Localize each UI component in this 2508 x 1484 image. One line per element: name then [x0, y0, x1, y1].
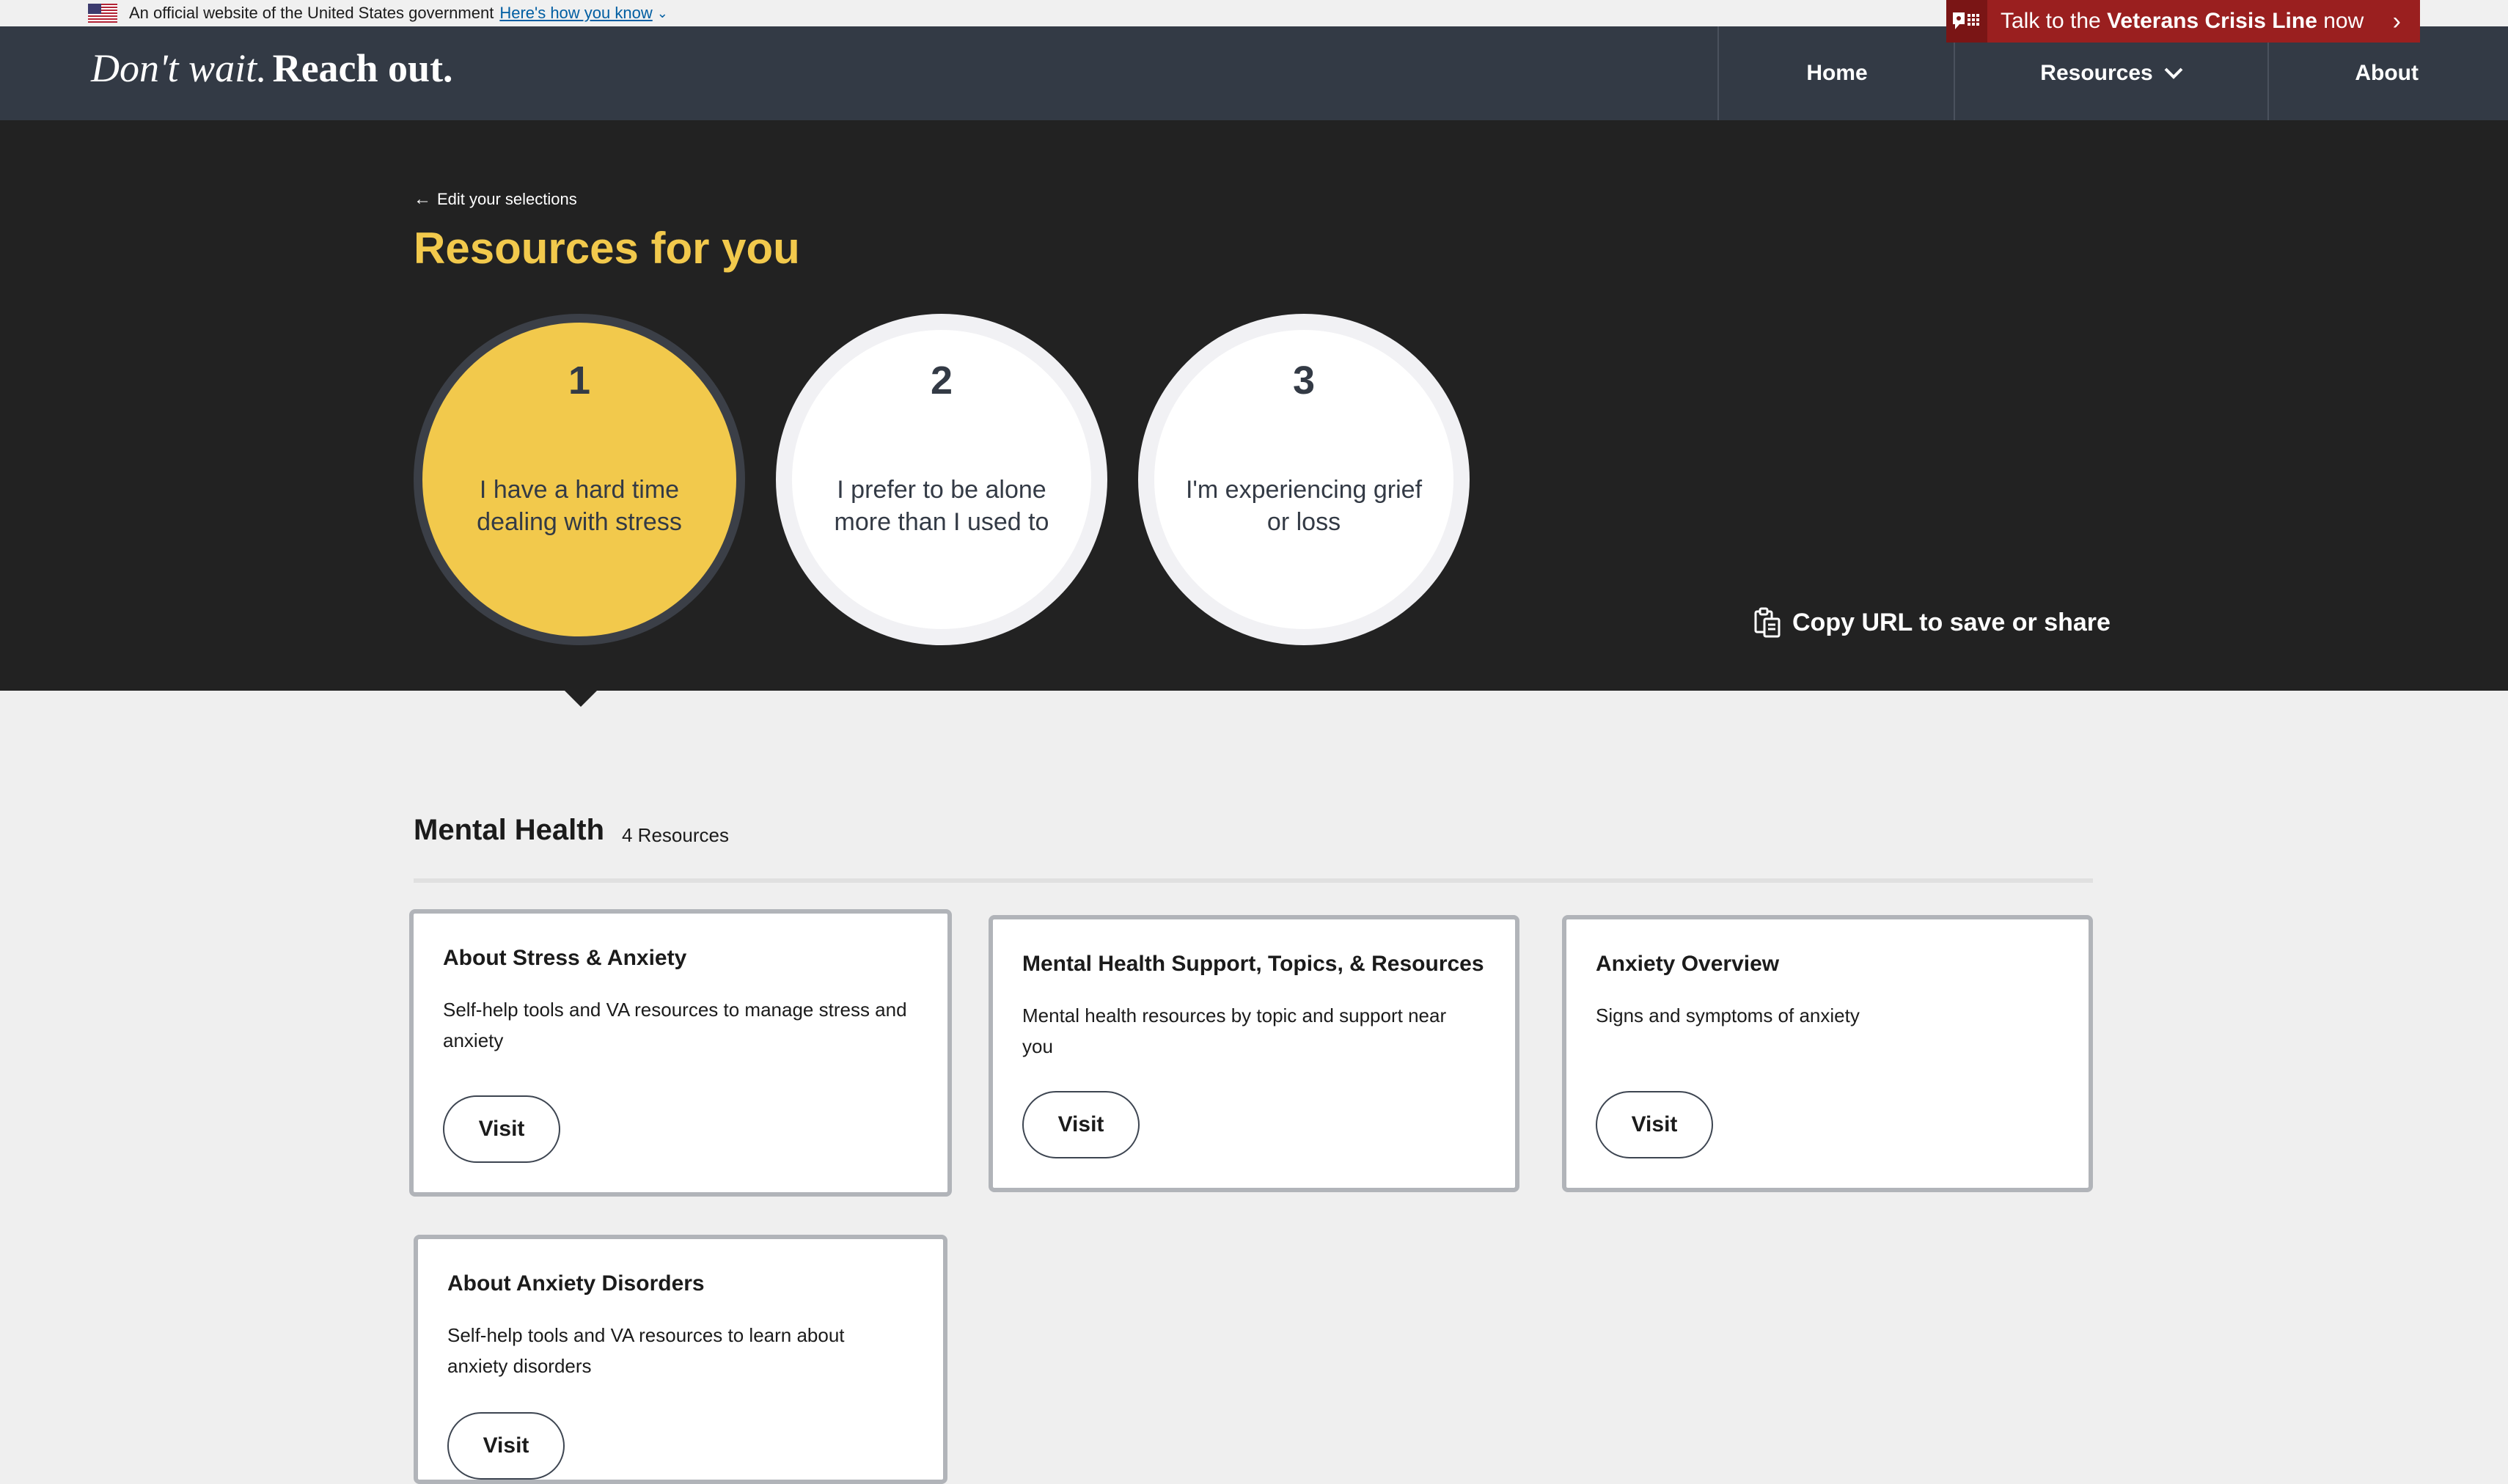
clipboard-icon	[1754, 607, 1781, 638]
copy-url-label: Copy URL to save or share	[1792, 608, 2111, 636]
site-logo[interactable]: Don't wait. Reach out.	[91, 45, 453, 91]
selection-circle-1[interactable]: 1 I have a hard time dealing with stress	[414, 314, 745, 645]
logo-bold-text: Reach out.	[272, 46, 453, 90]
heres-how-you-know-link[interactable]: Here's how you know	[499, 4, 652, 23]
edit-selections-label: Edit your selections	[437, 190, 577, 208]
resource-card: About Stress & Anxiety Self-help tools a…	[409, 909, 952, 1197]
selection-label: I prefer to be alone more than I used to	[834, 476, 1049, 536]
resource-card: Anxiety Overview Signs and symptoms of a…	[1562, 915, 2093, 1192]
visit-button[interactable]: Visit	[1022, 1091, 1140, 1158]
us-flag-icon	[88, 4, 117, 23]
selection-number: 1	[568, 359, 591, 403]
crisis-line-name: Veterans Crisis Line	[2107, 9, 2317, 33]
copy-url-button[interactable]: Copy URL to save or share	[1753, 607, 2111, 638]
chevron-down-icon	[2164, 67, 2183, 79]
active-selection-pointer	[565, 691, 597, 707]
nav-about-label: About	[2355, 61, 2419, 85]
selection-circle-3[interactable]: 3 I'm experiencing grief or loss	[1138, 314, 1470, 645]
chevron-right-icon: ›	[2392, 7, 2401, 35]
card-description: Signs and symptoms of anxiety	[1596, 1004, 1860, 1026]
resource-card: About Anxiety Disorders Self-help tools …	[414, 1235, 947, 1484]
card-title: About Stress & Anxiety	[443, 946, 687, 970]
chevron-down-icon[interactable]: ⌄	[657, 6, 668, 21]
visit-button[interactable]: Visit	[443, 1095, 560, 1163]
selection-label: I have a hard time dealing with stress	[477, 476, 682, 536]
selection-number: 3	[1292, 359, 1316, 403]
card-description: Self-help tools and VA resources to mana…	[443, 999, 907, 1051]
page-title: Resources for you	[414, 224, 800, 273]
selection-number: 2	[930, 359, 953, 403]
visit-button[interactable]: Visit	[1596, 1091, 1713, 1158]
crisis-line-suffix: now	[2317, 9, 2364, 33]
nav-home[interactable]: Home	[1717, 26, 1955, 120]
card-title: About Anxiety Disorders	[447, 1271, 705, 1296]
selection-circle-2[interactable]: 2 I prefer to be alone more than I used …	[776, 314, 1107, 645]
resource-card: Mental Health Support, Topics, & Resourc…	[989, 915, 1519, 1192]
arrow-left-icon: ←	[414, 189, 431, 209]
card-title: Anxiety Overview	[1596, 952, 1780, 976]
nav-home-label: Home	[1806, 61, 1868, 85]
card-title: Mental Health Support, Topics, & Resourc…	[1022, 952, 1484, 976]
card-description: Self-help tools and VA resources to lear…	[447, 1324, 845, 1377]
crisis-line-prefix: Talk to the	[2001, 9, 2108, 33]
nav-resources-label: Resources	[2040, 61, 2153, 85]
visit-button[interactable]: Visit	[447, 1412, 565, 1480]
section-divider	[414, 878, 2093, 883]
crisis-line-text: Talk to the Veterans Crisis Line now	[2001, 9, 2364, 34]
chat-icon	[1946, 0, 1987, 43]
logo-italic-text: Don't wait.	[91, 46, 267, 90]
hero-section: ← Edit your selections Resources for you…	[0, 120, 2508, 691]
selection-label: I'm experiencing grief or loss	[1185, 476, 1423, 536]
resource-count: 4 Resources	[622, 824, 729, 846]
veterans-crisis-line-button[interactable]: Talk to the Veterans Crisis Line now ›	[1946, 0, 2420, 43]
gov-banner-text: An official website of the United States…	[129, 4, 494, 22]
edit-selections-link[interactable]: ← Edit your selections	[414, 189, 577, 210]
section-title: Mental Health	[414, 814, 605, 846]
card-description: Mental health resources by topic and sup…	[1022, 1004, 1447, 1057]
